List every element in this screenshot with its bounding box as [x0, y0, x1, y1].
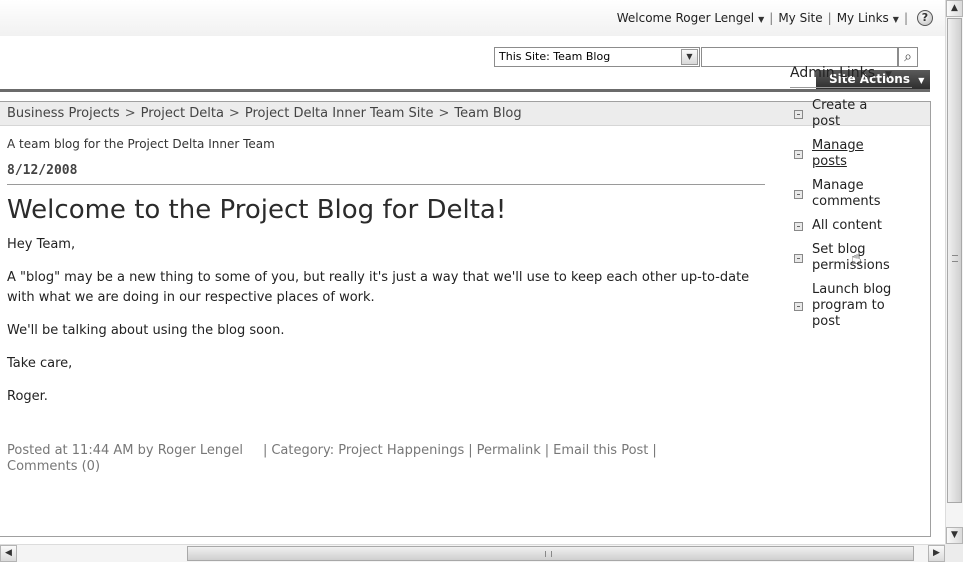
- admin-link-label: Manage posts: [812, 138, 864, 169]
- breadcrumb-separator: >: [124, 106, 136, 121]
- list-bullet-icon: [794, 253, 803, 263]
- list-bullet-icon: [794, 301, 803, 311]
- my-links-menu[interactable]: My Links ▼: [837, 11, 899, 25]
- post-body: Hey Team, A "blog" may be a new thing to…: [7, 235, 767, 420]
- admin-link-create-post[interactable]: Create a post: [790, 98, 914, 130]
- post-paragraph: Hey Team,: [7, 237, 76, 252]
- search-scope-value: This Site: Team Blog: [499, 50, 611, 63]
- chevron-down-icon: ▼: [885, 70, 892, 80]
- admin-link-label: All content: [812, 218, 883, 233]
- permalink-link[interactable]: Permalink: [477, 443, 541, 458]
- post-date: 8/12/2008: [7, 163, 78, 178]
- welcome-label: Welcome Roger Lengel: [616, 11, 755, 25]
- divider: |: [544, 443, 550, 458]
- post-paragraph: Take care,: [7, 356, 73, 371]
- admin-links-list: Create a post Manage posts Manage commen…: [790, 98, 914, 330]
- my-links-label: My Links: [836, 11, 889, 25]
- vertical-scrollbar[interactable]: ▲ ▼: [945, 0, 963, 544]
- list-bullet-icon: [794, 109, 803, 119]
- scroll-right-icon[interactable]: ▶: [928, 545, 945, 562]
- post-footer: Posted at 11:44 AM by Roger Lengel | Categ…: [7, 443, 747, 475]
- divider: |: [769, 11, 774, 25]
- admin-links-title: Admin Links: [790, 65, 876, 81]
- vertical-scroll-thumb[interactable]: [947, 18, 962, 503]
- site-description: A team blog for the Project Delta Inner …: [7, 137, 275, 151]
- chevron-down-icon: ▼: [758, 15, 765, 24]
- breadcrumb-item[interactable]: Business Projects: [7, 106, 120, 121]
- list-bullet-icon: [794, 221, 803, 231]
- divider: |: [652, 443, 657, 458]
- posted-info: Posted at 11:44 AM by Roger Lengel: [7, 443, 243, 458]
- admin-links-header[interactable]: Admin Links ▼: [790, 65, 914, 84]
- top-welcome-bar: Welcome Roger Lengel ▼ | My Site | My Lin…: [0, 0, 945, 36]
- grip-icon: [545, 551, 552, 557]
- breadcrumb-item[interactable]: Project Delta: [141, 106, 224, 121]
- horizontal-scroll-thumb[interactable]: [187, 546, 914, 561]
- list-bullet-icon: [794, 189, 803, 199]
- horizontal-scrollbar[interactable]: ◀ ▶: [0, 544, 945, 562]
- comments-link[interactable]: Comments (0): [7, 459, 100, 474]
- post-paragraph: A "blog" may be a new thing to some of y…: [7, 270, 750, 305]
- search-row: This Site: Team Blog ▼ ⌕: [0, 36, 945, 68]
- chevron-down-icon[interactable]: ▼: [681, 49, 698, 65]
- admin-link-launch-blog-program[interactable]: Launch blog program to post: [790, 282, 914, 330]
- scrollbar-corner: [945, 544, 963, 562]
- breadcrumb-item[interactable]: Project Delta Inner Team Site: [245, 106, 434, 121]
- divider: |: [903, 11, 908, 25]
- list-bullet-icon: [794, 149, 803, 159]
- welcome-menu[interactable]: Welcome Roger Lengel ▼: [617, 11, 765, 25]
- search-scope-select[interactable]: This Site: Team Blog ▼: [494, 47, 700, 67]
- category-link[interactable]: Category: Project Happenings: [271, 443, 464, 458]
- post-title[interactable]: Welcome to the Project Blog for Delta!: [7, 195, 506, 225]
- divider: |: [827, 11, 832, 25]
- admin-links-divider: [790, 87, 912, 88]
- admin-links-panel: Admin Links ▼ Create a post Manage posts …: [790, 65, 914, 338]
- search-input[interactable]: [701, 47, 898, 67]
- admin-link-label: Create a post: [812, 98, 868, 129]
- admin-link-label: Launch blog program to post: [812, 282, 892, 329]
- email-post-link[interactable]: Email this Post: [553, 443, 648, 458]
- breadcrumb-separator: >: [438, 106, 450, 121]
- divider: |: [468, 443, 473, 458]
- hand-cursor-icon: ☝: [851, 248, 862, 269]
- admin-link-manage-posts[interactable]: Manage posts: [790, 138, 914, 170]
- breadcrumb-current: Team Blog: [454, 106, 522, 121]
- admin-link-manage-comments[interactable]: Manage comments: [790, 178, 914, 210]
- date-divider: [7, 184, 765, 185]
- grip-icon: [952, 255, 958, 262]
- scroll-up-icon[interactable]: ▲: [946, 0, 963, 17]
- breadcrumb-separator: >: [228, 106, 240, 121]
- my-site-link[interactable]: My Site: [778, 11, 822, 25]
- scroll-down-icon[interactable]: ▼: [946, 527, 963, 544]
- scroll-left-icon[interactable]: ◀: [0, 545, 17, 562]
- top-links: Welcome Roger Lengel ▼ | My Site | My Lin…: [617, 10, 933, 26]
- search-icon[interactable]: ⌕: [898, 47, 918, 67]
- post-paragraph: Roger.: [7, 389, 48, 404]
- chevron-down-icon: ▼: [892, 15, 899, 24]
- help-icon[interactable]: ?: [917, 10, 933, 26]
- post-paragraph: We'll be talking about using the blog so…: [7, 323, 285, 338]
- divider: |: [262, 443, 268, 458]
- admin-link-label: Manage comments: [812, 178, 881, 209]
- admin-link-all-content[interactable]: All content: [790, 218, 914, 234]
- chevron-down-icon: ▼: [918, 76, 925, 85]
